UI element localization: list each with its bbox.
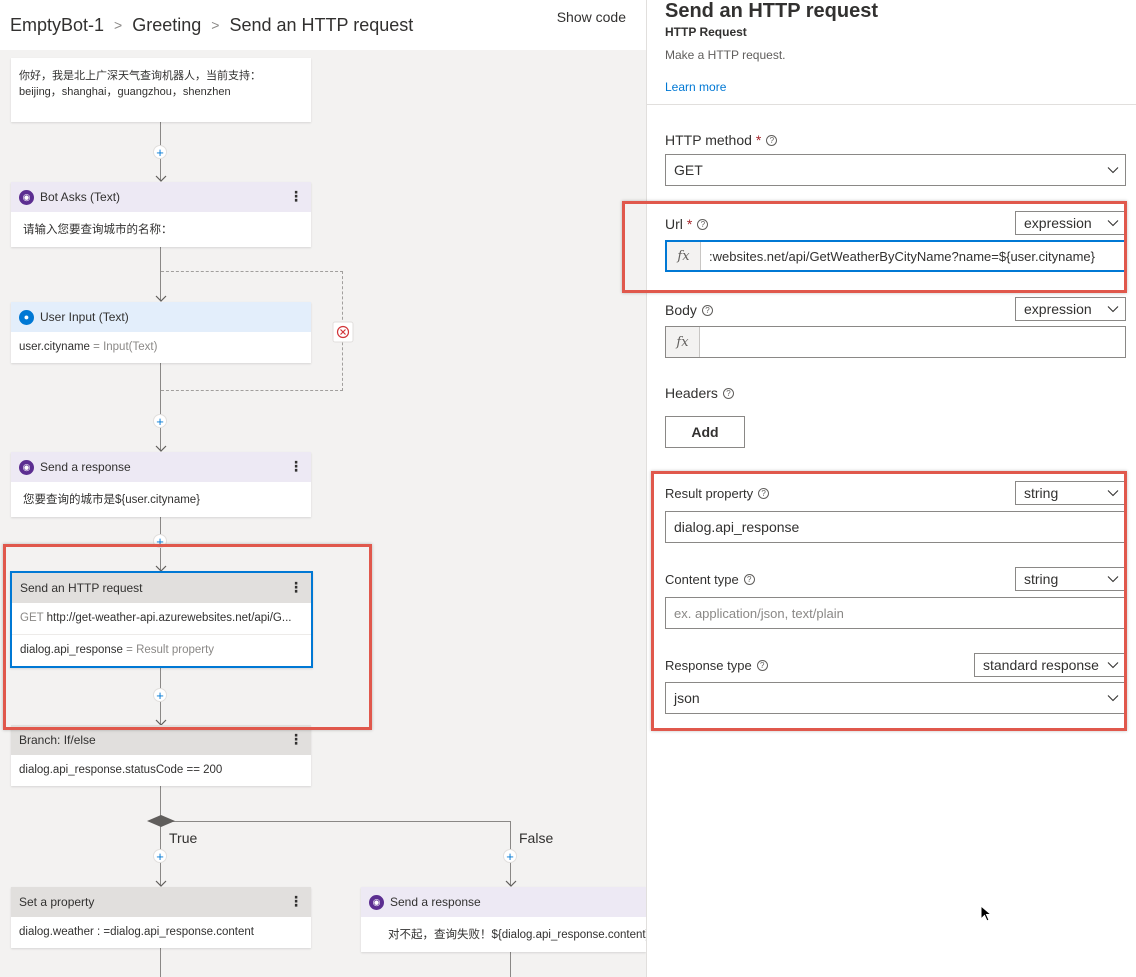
node-header: ◉ Send a response (361, 887, 646, 917)
chevron-right-icon: > (114, 17, 123, 33)
input-assign: = Input(Text) (93, 341, 158, 353)
branch-condition: dialog.api_response.statusCode == 200 (19, 764, 223, 776)
body-type-select[interactable]: expression (1015, 297, 1126, 321)
branch-node[interactable]: Branch: If/else ⋮ dialog.api_response.st… (11, 725, 311, 786)
divider (647, 104, 1136, 105)
node-title: Branch: If/else (19, 733, 96, 747)
help-icon[interactable]: ? (722, 387, 734, 399)
label-text: Headers (665, 385, 718, 401)
add-step-icon[interactable]: + (153, 414, 167, 428)
more-options-icon[interactable]: ⋮ (289, 458, 303, 475)
connector-line (160, 821, 510, 822)
more-options-icon[interactable]: ⋮ (289, 893, 303, 910)
arrow-down-icon (155, 295, 167, 302)
connector-line (160, 948, 161, 977)
set-property-node[interactable]: Set a property ⋮ dialog.weather : =dialo… (11, 887, 311, 948)
highlight-box (622, 201, 1127, 293)
node-title: Set a property (19, 895, 95, 909)
chat-bubble-icon: ◉ (19, 459, 34, 475)
breadcrumb-bar: EmptyBot-1 > Greeting > Send an HTTP req… (0, 0, 646, 50)
highlight-box (3, 544, 372, 730)
label-text: Body (665, 302, 697, 318)
dialog-canvas[interactable]: EmptyBot-1 > Greeting > Send an HTTP req… (0, 0, 646, 977)
fx-icon: fx (666, 327, 700, 357)
node-header: ● User Input (Text) (11, 302, 311, 332)
node-content: dialog.weather : =dialog.api_response.co… (19, 926, 254, 938)
connector-line (160, 362, 161, 450)
send-response-node[interactable]: ◉ Send a response ⋮ 您要查询的城市是${user.cityn… (11, 452, 311, 517)
highlight-box (651, 471, 1127, 731)
mouse-cursor-icon (980, 905, 992, 922)
arrow-down-icon (155, 880, 167, 887)
node-content: 您要查询的城市是${user.cityname} (23, 494, 201, 506)
panel-subtitle: HTTP Request (665, 25, 747, 39)
label-text: HTTP method (665, 132, 752, 148)
node-header: ◉ Send a response ⋮ (11, 452, 311, 482)
more-options-icon[interactable]: ⋮ (289, 188, 303, 205)
more-options-icon[interactable]: ⋮ (289, 731, 303, 748)
required-mark: * (755, 132, 762, 148)
panel-title: Send an HTTP request (665, 0, 879, 22)
user-input-node[interactable]: ● User Input (Text) user.cityname = Inpu… (11, 302, 311, 363)
error-icon[interactable] (332, 321, 354, 343)
arrow-down-icon (155, 445, 167, 452)
chat-bubble-icon: ◉ (19, 189, 34, 205)
node-content: 请输入您要查询城市的名称： (23, 224, 173, 236)
learn-more-link[interactable]: Learn more (665, 80, 726, 94)
greeting-text: 你好，我是北上广深天气查询机器人，当前支持： (19, 70, 261, 82)
breadcrumb-bot[interactable]: EmptyBot-1 (10, 15, 104, 36)
http-method-label: HTTP method * ? (665, 132, 778, 148)
send-response-false-node[interactable]: ◉ Send a response 对不起，查询失败！${dialog.api_… (361, 887, 646, 952)
breadcrumb-action[interactable]: Send an HTTP request (229, 15, 413, 36)
bot-asks-node[interactable]: ◉ Bot Asks (Text) ⋮ 请输入您要查询城市的名称： (11, 182, 311, 247)
select-value: expression (1024, 301, 1092, 317)
greeting-cities: beijing，shanghai，guangzhou，shenzhen (19, 86, 231, 98)
node-header: ◉ Bot Asks (Text) ⋮ (11, 182, 311, 212)
node-title: Send a response (390, 895, 481, 909)
headers-label: Headers ? (665, 385, 734, 401)
node-header: Set a property ⋮ (11, 887, 311, 917)
node-title: Bot Asks (Text) (40, 190, 121, 204)
chevron-right-icon: > (211, 17, 220, 33)
user-icon: ● (19, 309, 34, 325)
connector-line (160, 786, 161, 886)
greeting-node[interactable]: 你好，我是北上广深天气查询机器人，当前支持： beijing，shanghai，… (11, 58, 311, 122)
branch-false-label: False (519, 830, 554, 846)
http-method-select[interactable]: GET (665, 154, 1126, 186)
add-header-button[interactable]: Add (665, 416, 745, 448)
body-input[interactable]: fx (665, 326, 1126, 358)
node-title: Send a response (40, 460, 131, 474)
chevron-down-icon (1107, 167, 1119, 174)
decision-diamond-icon (147, 815, 175, 827)
node-title: User Input (Text) (40, 310, 129, 324)
input-property: user.cityname (19, 341, 90, 353)
loop-line (161, 271, 343, 272)
add-step-icon[interactable]: + (153, 849, 167, 863)
node-content: user.cityname = Input(Text) (11, 332, 311, 363)
node-content: 对不起，查询失败！${dialog.api_response.content} (388, 929, 646, 941)
panel-description: Make a HTTP request. (665, 48, 786, 62)
loop-line (161, 390, 343, 391)
breadcrumb-dialog[interactable]: Greeting (132, 15, 201, 36)
help-icon[interactable]: ? (766, 134, 778, 146)
body-label: Body ? (665, 302, 713, 318)
chat-bubble-icon: ◉ (369, 894, 384, 910)
arrow-down-icon (505, 880, 517, 887)
select-value: GET (674, 162, 703, 178)
add-step-icon[interactable]: + (503, 849, 517, 863)
chevron-down-icon (1107, 306, 1119, 313)
add-step-icon[interactable]: + (153, 145, 167, 159)
branch-true-label: True (169, 830, 198, 846)
show-code-button[interactable]: Show code (557, 9, 626, 25)
help-icon[interactable]: ? (701, 304, 713, 316)
arrow-down-icon (155, 175, 167, 182)
connector-line (510, 948, 511, 977)
properties-panel: Send an HTTP request HTTP Request Make a… (622, 0, 1136, 977)
